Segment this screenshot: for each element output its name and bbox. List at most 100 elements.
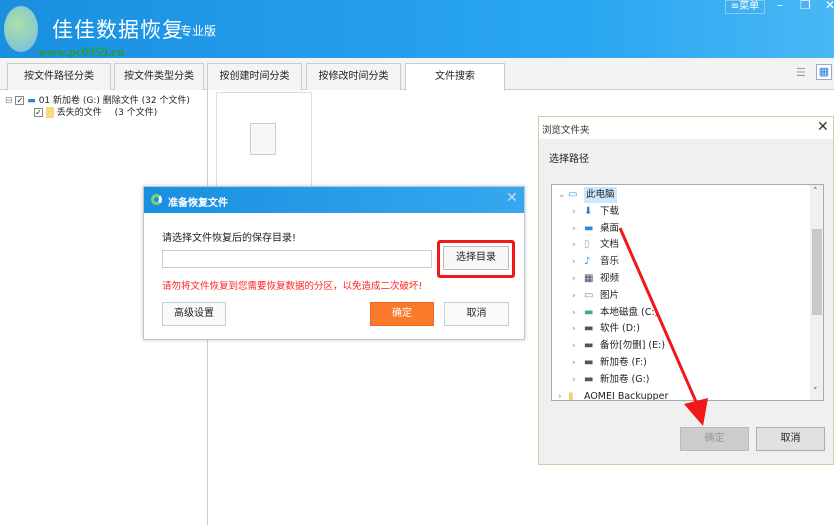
folder-tree-item[interactable]: › ▬ 新加卷 (F:)	[552, 355, 810, 371]
scrollbar[interactable]: ˄ ˅	[810, 185, 823, 400]
document-icon: ▯	[584, 239, 590, 251]
restore-dialog: 准备恢复文件 ✕ 请选择文件恢复后的保存目录! 选择目录 请勿将文件恢复到您需要…	[143, 186, 525, 340]
expand-chevron-icon[interactable]: ›	[572, 221, 576, 237]
folder-tree-item-label: 音乐	[600, 256, 620, 268]
list-view-icon[interactable]: ☰	[796, 66, 812, 80]
folder-tree-item-label: 软件 (D:)	[600, 323, 640, 335]
scroll-up-icon[interactable]: ˄	[813, 187, 818, 197]
system-drive-icon: ▬	[584, 306, 594, 318]
folder-tree-item-label: AOMEI Backupper	[584, 390, 669, 401]
drive-icon: ▬	[584, 323, 594, 335]
folder-tree-item[interactable]: › ▭ 图片	[552, 288, 810, 304]
scrollbar-thumb[interactable]	[812, 229, 822, 315]
app-edition: 专业版	[180, 24, 217, 38]
pc-icon: ▭	[568, 189, 578, 200]
checkbox[interactable]: ✓	[34, 108, 43, 117]
expand-chevron-icon[interactable]: ›	[572, 338, 576, 354]
expand-chevron-icon[interactable]: ›	[572, 237, 576, 253]
save-path-input[interactable]	[162, 250, 432, 268]
dialog-header: 准备恢复文件 ✕	[144, 187, 524, 213]
title-bar: 佳佳数据恢复 专业版 www.pc0359.cn ≡菜单 – ❐ ✕	[0, 0, 834, 59]
restore-icon	[151, 194, 162, 205]
folder-tree-item[interactable]: › ▬ 新加卷 (G:)	[552, 372, 810, 388]
file-thumbnail[interactable]	[216, 92, 312, 187]
cancel-button[interactable]: 取消	[756, 427, 825, 451]
expand-chevron-icon[interactable]: ›	[572, 321, 576, 337]
checkbox[interactable]: ✓	[15, 96, 25, 105]
folder-tree-item-label: 本地磁盘 (C:)	[600, 306, 659, 318]
collapse-icon[interactable]: ⊟	[5, 96, 13, 106]
tree-child[interactable]: ✓ 丢失的文件 (3 个文件)	[34, 105, 157, 118]
folder-tree-item[interactable]: › ▬ 本地磁盘 (C:)	[552, 305, 810, 321]
folder-tree[interactable]: ⌄ ▭ 此电脑 › ⬇ 下载 › ▬ 桌面 › ▯ 文档 › ♪ 音乐 › ▦ 视频 › ▭ 图片 › ▬ 本地磁盘 (C:)…	[551, 184, 824, 401]
expand-chevron-icon[interactable]: ›	[572, 204, 576, 220]
folder-icon	[45, 107, 54, 118]
tab-by-type[interactable]: 按文件类型分类	[114, 63, 204, 90]
file-icon	[250, 123, 276, 155]
expand-chevron-icon[interactable]: ⌄	[558, 187, 566, 203]
menu-button[interactable]: ≡菜单	[725, 0, 765, 14]
drive-icon: ▬	[584, 340, 594, 352]
folder-tree-item[interactable]: ⌄ ▭ 此电脑	[552, 187, 810, 203]
close-icon[interactable]: ✕	[506, 190, 518, 206]
cancel-button[interactable]: 取消	[444, 302, 509, 326]
folder-tree-item-label: 新加卷 (F:)	[600, 357, 647, 368]
tab-by-path[interactable]: 按文件路径分类	[7, 63, 111, 90]
folder-tree-item-label: 文档	[600, 239, 620, 251]
folder-tree-item[interactable]: › ⬇ 下载	[552, 204, 810, 220]
minimize-button[interactable]: –	[777, 0, 783, 12]
folder-tree-item-label: 此电脑	[584, 187, 617, 203]
folder-tree-item-label: 下载	[600, 205, 620, 217]
video-icon: ▦	[584, 273, 594, 284]
folder-icon: ▮	[568, 390, 574, 401]
tab-by-created[interactable]: 按创建时间分类	[207, 63, 302, 90]
folder-tree-item[interactable]: › ▦ 视频	[552, 271, 810, 287]
tab-file-search[interactable]: 文件搜索	[405, 63, 505, 91]
folder-tree-item-label: 新加卷 (G:)	[600, 373, 650, 385]
folder-tree-item[interactable]: › ▬ 桌面	[552, 221, 810, 237]
folder-tree-item[interactable]: › ▯ 文档	[552, 237, 810, 253]
advanced-settings-button[interactable]: 高级设置	[162, 302, 226, 326]
folder-tree-item-label: 备份[勿删] (E:)	[600, 340, 666, 352]
tree-child-count: (3 个文件)	[114, 108, 158, 118]
grid-view-icon[interactable]: ▦	[816, 64, 832, 80]
drive-icon: ▬	[584, 373, 594, 385]
save-dir-prompt: 请选择文件恢复后的保存目录!	[162, 233, 297, 244]
desktop-icon: ▬	[584, 222, 594, 234]
annotation-highlight-box	[437, 240, 515, 278]
folder-tree-item[interactable]: › ▬ 软件 (D:)	[552, 321, 810, 337]
scroll-down-icon[interactable]: ˅	[813, 387, 818, 397]
tree-child-label: 丢失的文件	[56, 108, 102, 118]
select-path-label: 选择路径	[549, 154, 589, 165]
ok-button[interactable]: 确定	[680, 427, 749, 451]
download-icon: ⬇	[584, 205, 593, 217]
folder-tree-item[interactable]: › ♪ 音乐	[552, 254, 810, 270]
warning-text: 请勿将文件恢复到您需要恢复数据的分区，以免造成二次破坏!	[162, 281, 423, 292]
tab-bar: 按文件路径分类 按文件类型分类 按创建时间分类 按修改时间分类 文件搜索	[0, 58, 834, 91]
ok-button[interactable]: 确定	[370, 302, 434, 326]
close-button[interactable]: ✕	[825, 0, 834, 12]
tab-by-modified[interactable]: 按修改时间分类	[306, 63, 401, 90]
folder-tree-item-label: 视频	[600, 273, 620, 284]
folder-tree-item[interactable]: › ▬ 备份[勿删] (E:)	[552, 338, 810, 354]
expand-chevron-icon[interactable]: ›	[572, 271, 576, 287]
expand-chevron-icon[interactable]: ›	[572, 372, 576, 388]
folder-tree-item[interactable]: › ▮ AOMEI Backupper	[552, 389, 810, 401]
expand-chevron-icon[interactable]: ›	[572, 355, 576, 371]
expand-chevron-icon[interactable]: ›	[572, 305, 576, 321]
dialog-header: 浏览文件夹 ✕	[539, 117, 833, 139]
expand-chevron-icon[interactable]: ›	[572, 288, 576, 304]
dialog-title: 准备恢复文件	[168, 198, 228, 209]
drive-icon: ▬	[584, 357, 594, 368]
dialog-title: 浏览文件夹	[542, 125, 590, 136]
close-icon[interactable]: ✕	[817, 119, 829, 135]
expand-chevron-icon[interactable]: ›	[558, 389, 562, 400]
app-title: 佳佳数据恢复	[52, 18, 184, 42]
browse-folder-dialog: 浏览文件夹 ✕ 选择路径 ⌄ ▭ 此电脑 › ⬇ 下载 › ▬ 桌面 › ▯ 文档 › ♪ 音乐 › ▦ 视频 › ▭…	[538, 116, 834, 465]
app-logo	[4, 6, 38, 52]
expand-chevron-icon[interactable]: ›	[572, 254, 576, 270]
folder-tree-item-label: 图片	[600, 289, 620, 301]
music-icon: ♪	[584, 256, 591, 268]
restore-button[interactable]: ❐	[800, 0, 811, 12]
folder-tree-item-label: 桌面	[600, 222, 620, 234]
